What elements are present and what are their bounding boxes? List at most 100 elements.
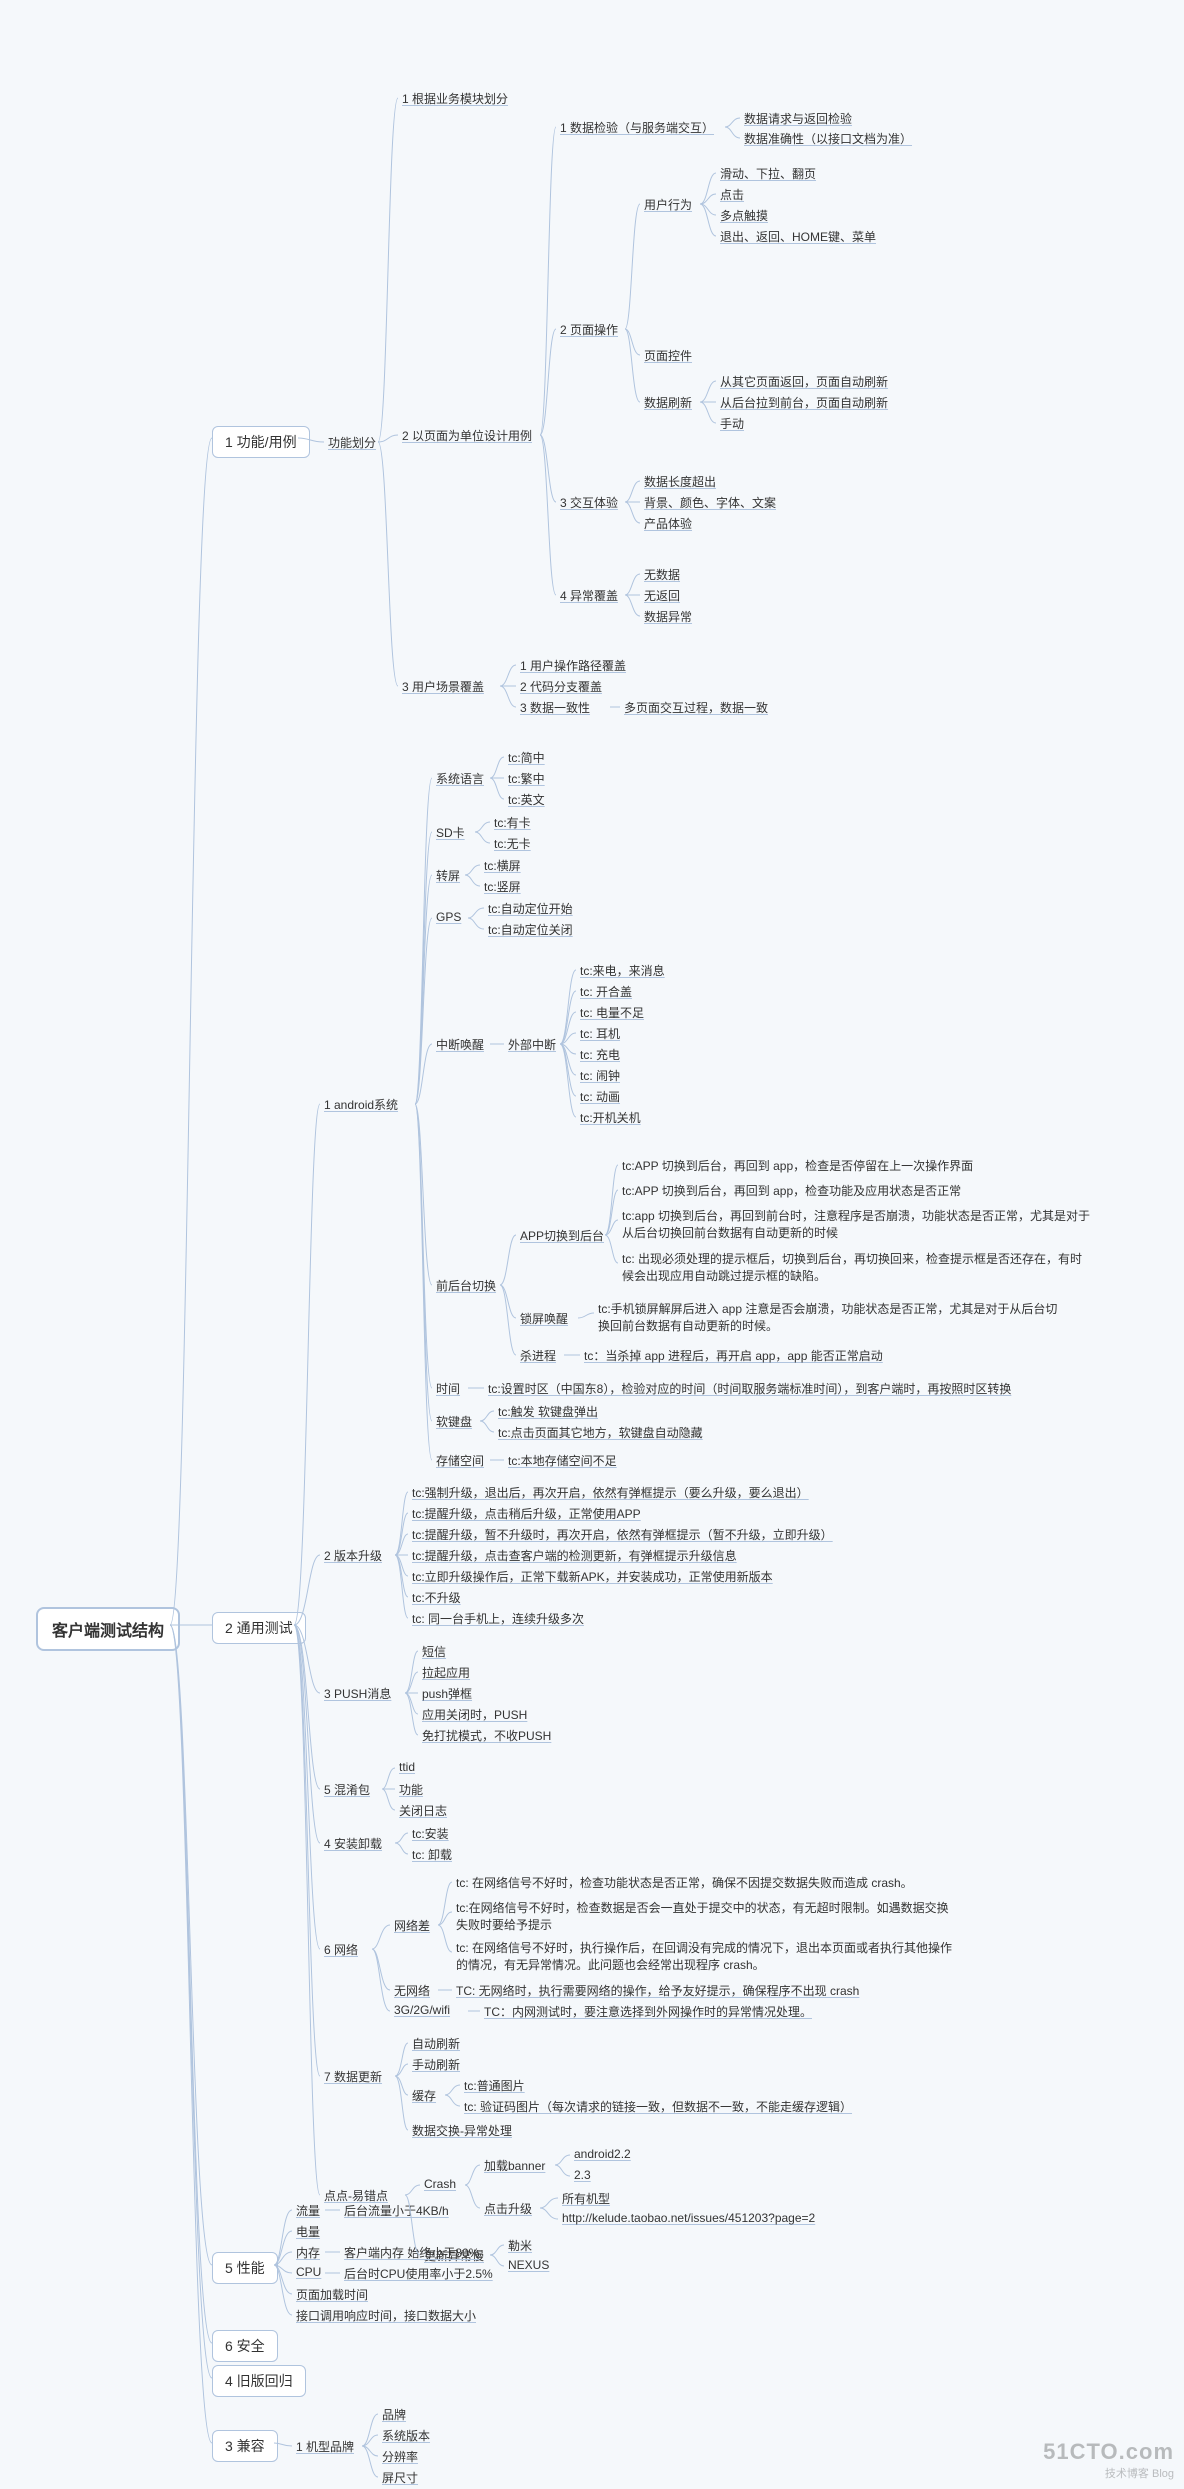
l1-sec[interactable]: 6 安全 — [212, 2330, 278, 2362]
func-check2: 数据准确性（以接口文档为准） — [740, 128, 916, 149]
net: 6 网络 — [320, 1939, 362, 1960]
nb3: tc: 在网络信号不好时，执行操作后，在回调没有完成的情况下，退出本页面或者执行… — [452, 1937, 960, 1975]
r1: 从其它页面返回，页面自动刷新 — [716, 371, 892, 392]
nb1: tc: 在网络信号不好时，检查功能状态是否正常，确保不因提交数据失败而造成 cr… — [452, 1872, 980, 1893]
l1-compat[interactable]: 3 兼容 — [212, 2430, 278, 2462]
android: 1 android系统 — [320, 1094, 402, 1115]
l1-perf[interactable]: 5 性能 — [212, 2252, 278, 2284]
d3: 数据交换-异常处理 — [408, 2120, 516, 2141]
p4: 应用关闭时，PUSH — [418, 1704, 531, 1725]
c2: tc: 验证码图片（每次请求的链接一致，但数据不一致，不能走缓存逻辑） — [460, 2096, 856, 2117]
i8: tc:开机关机 — [576, 1107, 645, 1128]
gps: GPS — [432, 908, 465, 926]
in1: tc:安装 — [408, 1823, 453, 1844]
a4: tc: 出现必须处理的提示框后，切换到后台，再切换回来，检查提示框是否还存在，有… — [618, 1248, 1096, 1286]
func-pageop: 2 页面操作 — [556, 319, 622, 340]
watermark: 51CTO.com 技术博客 Blog — [1043, 2439, 1174, 2481]
d2: 手动刷新 — [408, 2054, 464, 2075]
bn2: 2.3 — [570, 2166, 595, 2184]
lang2: tc:繁中 — [504, 768, 549, 789]
cpu: CPU — [292, 2263, 325, 2281]
n1: TC: 无网络时，执行需要网络的操作，给予友好提示，确保程序不出现 crash — [452, 1980, 863, 2001]
ext: 外部中断 — [504, 1034, 560, 1055]
func-page: 2 以页面为单位设计用例 — [398, 425, 536, 446]
i1: tc:来电，来消息 — [576, 960, 669, 981]
ux: 3 交互体验 — [556, 492, 622, 513]
model: 1 机型品牌 — [292, 2436, 358, 2457]
lock: 锁屏唤醒 — [516, 1308, 572, 1329]
func-behave: 用户行为 — [640, 194, 696, 215]
kb: 软键盘 — [432, 1411, 476, 1432]
v6: tc:不升级 — [408, 1587, 465, 1608]
root-node[interactable]: 客户端测试结构 — [36, 1607, 180, 1651]
d1: 自动刷新 — [408, 2033, 464, 2054]
s3d: 多页面交互过程，数据一致 — [620, 697, 772, 718]
banner: 加载banner — [480, 2155, 549, 2176]
l1-common[interactable]: 2 通用测试 — [212, 1612, 306, 1644]
a2: tc:APP 切换到后台，再回到 app，检查功能及应用状态是否正常 — [618, 1180, 1056, 1201]
exc: 4 异常覆盖 — [556, 585, 622, 606]
p3: push弹框 — [418, 1683, 476, 1704]
app: APP切换到后台 — [516, 1225, 608, 1246]
i3: tc: 电量不足 — [576, 1002, 648, 1023]
t1: tc:设置时区（中国东8），检验对应的时间（时间取服务端标准时间），到客户端时，… — [484, 1378, 1015, 1399]
u3: 产品体验 — [640, 513, 696, 534]
cache: 缓存 — [408, 2085, 440, 2106]
g2: 功能 — [395, 1779, 427, 1800]
k1: tc：当杀掉 app 进程后，再开启 app，app 能否正常启动 — [580, 1345, 887, 1366]
st1: tc:本地存储空间不足 — [504, 1450, 621, 1471]
s2: 2 代码分支覆盖 — [516, 676, 606, 697]
p5: 免打扰模式，不收PUSH — [418, 1725, 555, 1746]
cpu1: 后台时CPU使用率小于2.5% — [340, 2263, 497, 2284]
v7: tc: 同一台手机上，连续升级多次 — [408, 1608, 588, 1629]
b1: 滑动、下拉、翻页 — [716, 163, 820, 184]
func-check: 1 数据检验（与服务端交互） — [556, 117, 718, 138]
m2: 系统版本 — [378, 2425, 434, 2446]
i6: tc: 闹钟 — [576, 1065, 624, 1086]
none: 无网络 — [390, 1980, 434, 2001]
b3: 多点触摸 — [716, 205, 772, 226]
func-scene: 3 用户场景覆盖 — [398, 676, 488, 697]
gps2: tc:自动定位关闭 — [484, 919, 577, 940]
u1: 数据长度超出 — [640, 471, 720, 492]
kb1: tc:触发 软键盘弹出 — [494, 1401, 602, 1422]
up1: 所有机型 — [558, 2188, 614, 2209]
func-biz: 1 根据业务模块划分 — [398, 88, 512, 109]
func-split: 功能划分 — [324, 432, 380, 453]
lk1: tc:手机锁屏解屏后进入 app 注意是否会崩溃，功能状态是否正常，尤其是对于从… — [594, 1298, 1072, 1336]
up: 点击升级 — [480, 2198, 536, 2219]
in2: tc: 卸载 — [408, 1844, 456, 1865]
i7: tc: 动画 — [576, 1086, 624, 1107]
w1: TC：内网测试时，要注意选择到外网操作时的异常情况处理。 — [480, 2001, 816, 2022]
v5: tc:立即升级操作后，正常下载新APK，并安装成功，正常使用新版本 — [408, 1566, 777, 1587]
e3: 数据异常 — [640, 606, 696, 627]
m4: 屏尺寸 — [378, 2467, 422, 2488]
p1: 短信 — [418, 1641, 450, 1662]
l1-func[interactable]: 1 功能/用例 — [212, 426, 310, 458]
func-check1: 数据请求与返回检验 — [740, 108, 856, 129]
b4: 退出、返回、HOME键、菜单 — [716, 226, 880, 247]
kill: 杀进程 — [516, 1345, 560, 1366]
i4: tc: 耳机 — [576, 1023, 624, 1044]
gps1: tc:自动定位开始 — [484, 898, 577, 919]
sd1: tc:有卡 — [490, 812, 535, 833]
m1: 品牌 — [378, 2404, 410, 2425]
api: 接口调用响应时间，接口数据大小 — [292, 2305, 480, 2326]
e2: 无返回 — [640, 585, 684, 606]
v4: tc:提醒升级，点击查客户端的检测更新，有弹框提示升级信息 — [408, 1545, 741, 1566]
sd: SD卡 — [432, 822, 469, 843]
intr: 中断唤醒 — [432, 1034, 488, 1055]
g1: ttid — [395, 1758, 419, 1776]
lang3: tc:英文 — [504, 789, 549, 810]
r2: 从后台拉到前台，页面自动刷新 — [716, 392, 892, 413]
rot: 转屏 — [432, 865, 464, 886]
crash: Crash — [420, 2175, 460, 2193]
data: 7 数据更新 — [320, 2066, 386, 2087]
g3: 关闭日志 — [395, 1800, 451, 1821]
b2: 点击 — [716, 184, 748, 205]
l1-old[interactable]: 4 旧版回归 — [212, 2365, 306, 2397]
widget: 页面控件 — [640, 345, 696, 366]
w: 3G/2G/wifi — [390, 2001, 454, 2019]
up2: http://kelude.taobao.net/issues/451203?p… — [558, 2209, 819, 2227]
m3: 分辨率 — [378, 2446, 422, 2467]
